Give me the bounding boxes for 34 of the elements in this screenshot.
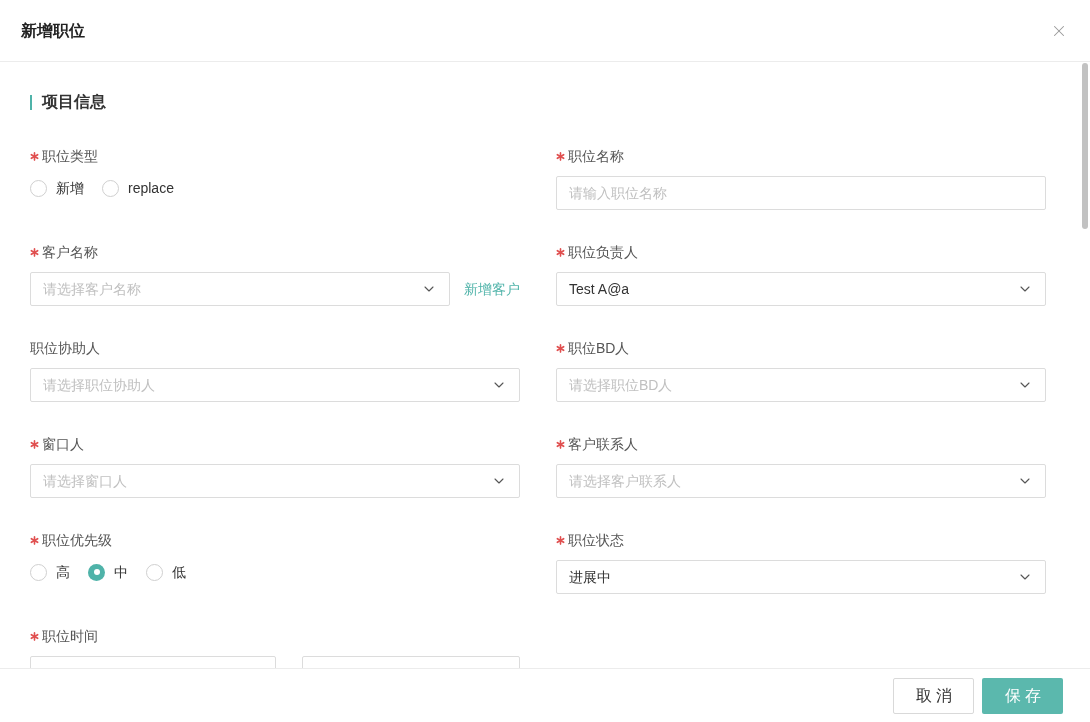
field-label: 职位状态 [568,530,624,550]
select-field[interactable]: Test A@a [556,272,1046,306]
radio-option[interactable]: 新增 [30,177,84,199]
field-label: 客户名称 [42,242,98,262]
field-placeholder: 请选择职位BD人 [569,375,674,395]
field-value: 进展中 [569,567,612,587]
field-label: 职位类型 [42,146,98,166]
radio-option[interactable]: 低 [146,561,186,583]
section-marker [30,94,32,110]
radio-button[interactable] [102,179,119,197]
field-placeholder: 请选择客户名称 [43,279,142,299]
field-placeholder: 请选择职位协助人 [43,375,156,395]
field-label: 职位负责人 [568,242,638,262]
section-title: 项目信息 [42,92,106,112]
radio-button[interactable] [146,563,163,581]
radio-button[interactable] [30,563,47,581]
radio-option[interactable]: replace [102,177,174,199]
field-value: Test A@a [569,279,631,299]
cancel-button[interactable]: 取消 [893,677,974,714]
field-label: 职位名称 [568,146,624,166]
radio-button[interactable] [30,179,47,197]
select-field[interactable]: 进展中 [556,560,1046,594]
field-label: 职位协助人 [30,338,100,358]
field-label: 职位优先级 [42,530,112,550]
field-label: 窗口人 [42,434,84,454]
field-label: 职位时间 [42,626,98,646]
radio-button[interactable] [88,563,105,581]
radio-option[interactable]: 高 [30,561,70,583]
field-label: 职位BD人 [568,338,630,358]
field-label: 客户联系人 [568,434,638,454]
field-placeholder: 请选择客户联系人 [569,471,682,491]
radio-option[interactable]: 中 [88,561,128,583]
dialog-title: 新增职位 [21,20,85,41]
field-placeholder: 请输入职位名称 [569,183,668,203]
